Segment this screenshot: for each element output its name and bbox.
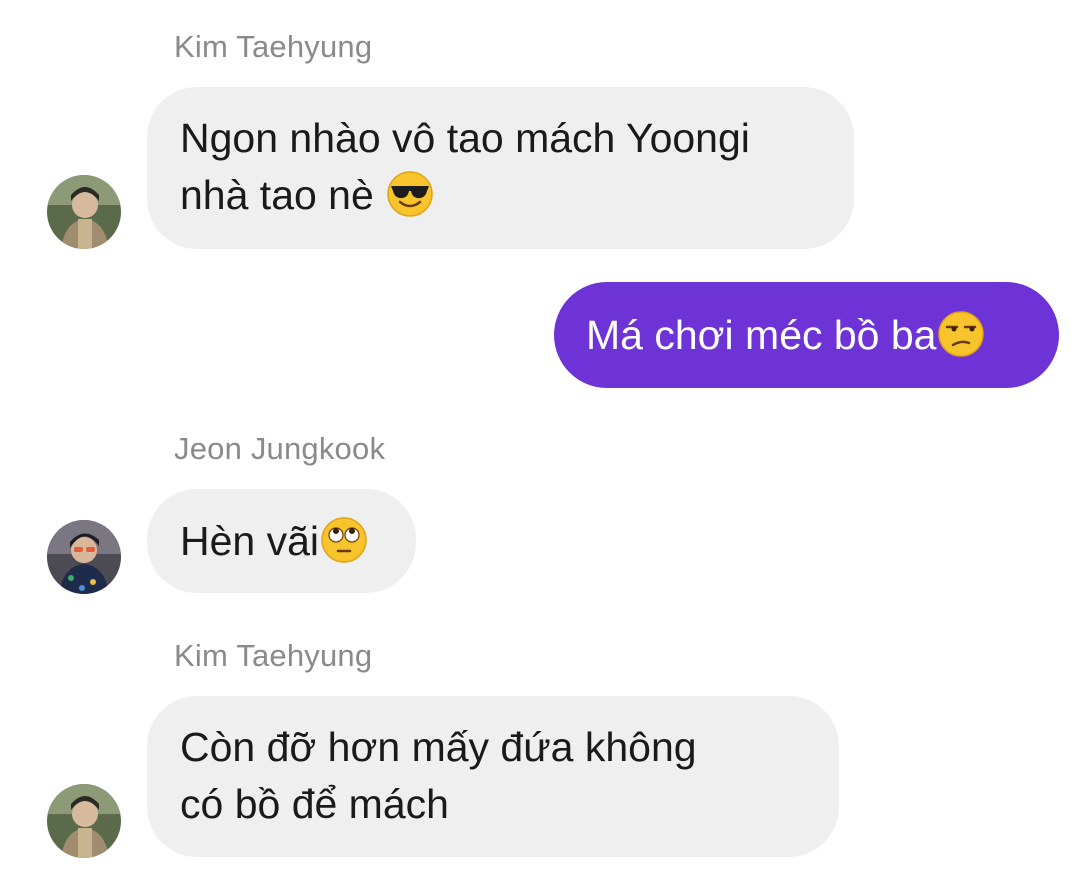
sender-name: Kim Taehyung xyxy=(174,638,373,673)
avatar-kim-taehyung[interactable] xyxy=(47,175,121,249)
smiling-face-with-sunglasses-icon xyxy=(385,169,435,219)
unamused-face-icon xyxy=(936,309,986,359)
sender-name: Jeon Jungkook xyxy=(174,431,386,466)
sender-name: Kim Taehyung xyxy=(174,29,373,64)
message-bubble-incoming[interactable]: Còn đỡ hơn mấy đứa không có bồ để mách xyxy=(147,696,839,857)
avatar-jeon-jungkook[interactable] xyxy=(47,520,121,594)
face-with-rolling-eyes-icon xyxy=(319,515,369,565)
message-text-line-with-emoji: Hèn vãi xyxy=(180,513,416,570)
message-text-line: có bồ để mách xyxy=(180,781,449,827)
message-bubble-incoming[interactable]: Ngon nhào vô tao mách Yoongi nhà tao nè xyxy=(147,87,854,249)
message-text-line: Ngon nhào vô tao mách Yoongi xyxy=(180,115,750,161)
message-text-line: Còn đỡ hơn mấy đứa không xyxy=(180,724,697,770)
message-bubble-incoming[interactable]: Hèn vãi xyxy=(147,489,416,593)
message-bubble-outgoing[interactable]: Má chơi méc bồ ba xyxy=(554,282,1059,388)
message-text-line-with-emoji: Má chơi méc bồ ba xyxy=(586,307,1059,364)
message-text-line-with-emoji: nhà tao nè xyxy=(180,167,854,224)
chat-thread: Kim Taehyung Ngon nhào vô tao mách Yoong… xyxy=(0,0,1080,875)
avatar-kim-taehyung[interactable] xyxy=(47,784,121,858)
